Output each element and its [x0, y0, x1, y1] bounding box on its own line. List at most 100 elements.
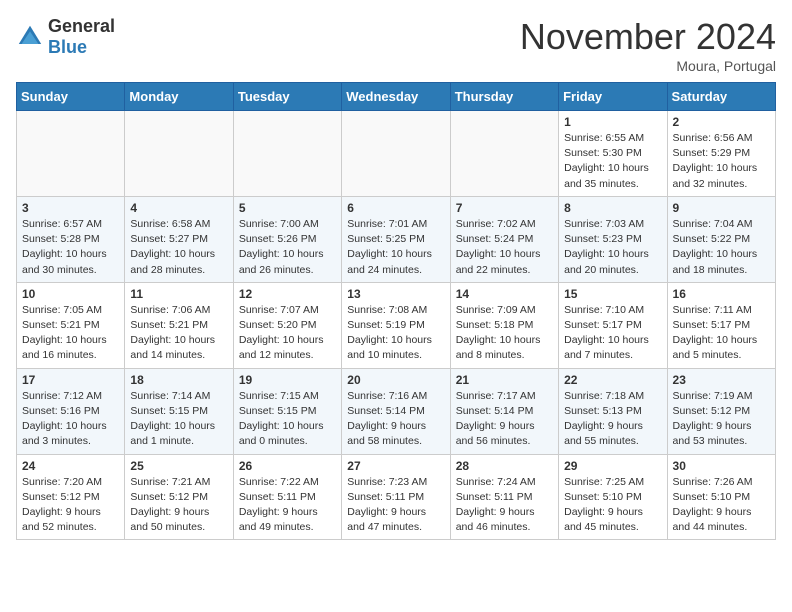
calendar-day-1: 1Sunrise: 6:55 AMSunset: 5:30 PMDaylight… [559, 111, 667, 197]
day-number: 12 [239, 287, 336, 301]
calendar-week-row: 17 Sunrise: 7:12 AMSunset: 5:16 PMDayligh… [17, 368, 776, 454]
day-number: 4 [130, 201, 227, 215]
day-number: 19 [239, 373, 336, 387]
calendar-day-empty [450, 111, 558, 197]
day-number: 16 [673, 287, 770, 301]
day-info: Sunrise: 7:07 AMSunset: 5:20 PMDaylight:… [239, 303, 336, 364]
day-info: Sunrise: 7:02 AMSunset: 5:24 PMDaylight:… [456, 217, 553, 278]
calendar-day-27: 27Sunrise: 7:23 AMSunset: 5:11 PMDayligh… [342, 454, 450, 540]
day-info: Sunrise: 7:00 AMSunset: 5:26 PMDaylight:… [239, 217, 336, 278]
day-info: Sunrise: 7:15 AMSunset: 5:15 PMDaylight:… [239, 389, 336, 450]
day-number: 7 [456, 201, 553, 215]
calendar-week-row: 3 Sunrise: 6:57 AMSunset: 5:28 PMDaylight… [17, 196, 776, 282]
calendar-day-empty [342, 111, 450, 197]
calendar-day-6: 6 Sunrise: 7:01 AMSunset: 5:25 PMDaylight… [342, 196, 450, 282]
calendar-day-20: 20 Sunrise: 7:16 AMSunset: 5:14 PMDayligh… [342, 368, 450, 454]
calendar-day-7: 7 Sunrise: 7:02 AMSunset: 5:24 PMDaylight… [450, 196, 558, 282]
title-area: November 2024 Moura, Portugal [520, 16, 776, 74]
calendar-day-23: 23 Sunrise: 7:19 AMSunset: 5:12 PMDayligh… [667, 368, 775, 454]
day-info: Sunrise: 6:58 AMSunset: 5:27 PMDaylight:… [130, 217, 227, 278]
calendar-week-row: 10Sunrise: 7:05 AMSunset: 5:21 PMDayligh… [17, 282, 776, 368]
day-info: Sunrise: 7:06 AMSunset: 5:21 PMDaylight:… [130, 303, 227, 364]
weekday-header-thursday: Thursday [450, 83, 558, 111]
day-info: Sunrise: 7:22 AMSunset: 5:11 PMDaylight:… [239, 475, 336, 536]
day-number: 8 [564, 201, 661, 215]
day-info: Sunrise: 6:57 AMSunset: 5:28 PMDaylight:… [22, 217, 119, 278]
day-number: 6 [347, 201, 444, 215]
calendar-day-empty [17, 111, 125, 197]
day-number: 25 [130, 459, 227, 473]
day-info: Sunrise: 7:20 AMSunset: 5:12 PMDaylight:… [22, 475, 119, 536]
day-info: Sunrise: 7:14 AMSunset: 5:15 PMDaylight:… [130, 389, 227, 450]
day-number: 3 [22, 201, 119, 215]
calendar-day-2: 2Sunrise: 6:56 AMSunset: 5:29 PMDaylight… [667, 111, 775, 197]
day-info: Sunrise: 7:21 AMSunset: 5:12 PMDaylight:… [130, 475, 227, 536]
calendar-day-empty [233, 111, 341, 197]
day-number: 20 [347, 373, 444, 387]
calendar-day-15: 15 Sunrise: 7:10 AMSunset: 5:17 PMDayligh… [559, 282, 667, 368]
calendar-day-11: 11 Sunrise: 7:06 AMSunset: 5:21 PMDayligh… [125, 282, 233, 368]
day-number: 14 [456, 287, 553, 301]
calendar-day-12: 12 Sunrise: 7:07 AMSunset: 5:20 PMDayligh… [233, 282, 341, 368]
logo-icon [16, 23, 44, 51]
location: Moura, Portugal [520, 58, 776, 74]
logo: General Blue [16, 16, 115, 58]
weekday-header-friday: Friday [559, 83, 667, 111]
day-info: Sunrise: 7:12 AMSunset: 5:16 PMDaylight:… [22, 389, 119, 450]
day-number: 13 [347, 287, 444, 301]
day-number: 23 [673, 373, 770, 387]
calendar-day-10: 10Sunrise: 7:05 AMSunset: 5:21 PMDayligh… [17, 282, 125, 368]
day-info: Sunrise: 7:04 AMSunset: 5:22 PMDaylight:… [673, 217, 770, 278]
weekday-header-sunday: Sunday [17, 83, 125, 111]
day-number: 9 [673, 201, 770, 215]
weekday-header-wednesday: Wednesday [342, 83, 450, 111]
calendar-day-26: 26 Sunrise: 7:22 AMSunset: 5:11 PMDayligh… [233, 454, 341, 540]
day-info: Sunrise: 7:16 AMSunset: 5:14 PMDaylight:… [347, 389, 444, 450]
calendar-day-24: 24 Sunrise: 7:20 AMSunset: 5:12 PMDayligh… [17, 454, 125, 540]
day-info: Sunrise: 7:08 AMSunset: 5:19 PMDaylight:… [347, 303, 444, 364]
calendar-day-9: 9 Sunrise: 7:04 AMSunset: 5:22 PMDaylight… [667, 196, 775, 282]
day-number: 26 [239, 459, 336, 473]
day-number: 28 [456, 459, 553, 473]
calendar-day-18: 18 Sunrise: 7:14 AMSunset: 5:15 PMDayligh… [125, 368, 233, 454]
day-info: Sunrise: 7:25 AMSunset: 5:10 PMDaylight:… [564, 475, 661, 536]
weekday-header-saturday: Saturday [667, 83, 775, 111]
day-number: 24 [22, 459, 119, 473]
day-info: Sunrise: 7:03 AMSunset: 5:23 PMDaylight:… [564, 217, 661, 278]
calendar-day-22: 22Sunrise: 7:18 AMSunset: 5:13 PMDayligh… [559, 368, 667, 454]
day-info: Sunrise: 7:09 AMSunset: 5:18 PMDaylight:… [456, 303, 553, 364]
day-info: Sunrise: 7:24 AMSunset: 5:11 PMDaylight:… [456, 475, 553, 536]
weekday-header-tuesday: Tuesday [233, 83, 341, 111]
day-number: 17 [22, 373, 119, 387]
calendar-day-8: 8 Sunrise: 7:03 AMSunset: 5:23 PMDaylight… [559, 196, 667, 282]
day-number: 5 [239, 201, 336, 215]
day-info: Sunrise: 7:23 AMSunset: 5:11 PMDaylight:… [347, 475, 444, 536]
month-title: November 2024 [520, 16, 776, 58]
calendar-day-19: 19 Sunrise: 7:15 AMSunset: 5:15 PMDayligh… [233, 368, 341, 454]
day-info: Sunrise: 6:55 AMSunset: 5:30 PMDaylight:… [564, 131, 661, 192]
calendar-day-13: 13 Sunrise: 7:08 AMSunset: 5:19 PMDayligh… [342, 282, 450, 368]
day-info: Sunrise: 7:19 AMSunset: 5:12 PMDaylight:… [673, 389, 770, 450]
calendar-day-21: 21Sunrise: 7:17 AMSunset: 5:14 PMDayligh… [450, 368, 558, 454]
calendar-day-16: 16 Sunrise: 7:11 AMSunset: 5:17 PMDayligh… [667, 282, 775, 368]
day-number: 30 [673, 459, 770, 473]
day-number: 29 [564, 459, 661, 473]
day-number: 10 [22, 287, 119, 301]
calendar-week-row: 1Sunrise: 6:55 AMSunset: 5:30 PMDaylight… [17, 111, 776, 197]
day-number: 21 [456, 373, 553, 387]
calendar-day-empty [125, 111, 233, 197]
page-header: General Blue November 2024 Moura, Portug… [16, 16, 776, 74]
day-info: Sunrise: 7:11 AMSunset: 5:17 PMDaylight:… [673, 303, 770, 364]
calendar-week-row: 24 Sunrise: 7:20 AMSunset: 5:12 PMDayligh… [17, 454, 776, 540]
day-info: Sunrise: 7:10 AMSunset: 5:17 PMDaylight:… [564, 303, 661, 364]
day-info: Sunrise: 7:26 AMSunset: 5:10 PMDaylight:… [673, 475, 770, 536]
calendar-day-14: 14 Sunrise: 7:09 AMSunset: 5:18 PMDayligh… [450, 282, 558, 368]
logo-general: General [48, 16, 115, 36]
day-info: Sunrise: 7:01 AMSunset: 5:25 PMDaylight:… [347, 217, 444, 278]
day-number: 22 [564, 373, 661, 387]
day-number: 15 [564, 287, 661, 301]
calendar-day-30: 30 Sunrise: 7:26 AMSunset: 5:10 PMDayligh… [667, 454, 775, 540]
day-number: 18 [130, 373, 227, 387]
day-number: 11 [130, 287, 227, 301]
calendar-day-17: 17 Sunrise: 7:12 AMSunset: 5:16 PMDayligh… [17, 368, 125, 454]
